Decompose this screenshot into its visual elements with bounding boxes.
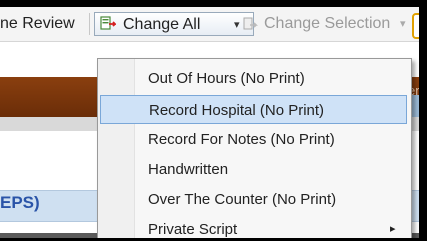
- app-window: ne Review Change All ▾ Change Selection …: [0, 7, 419, 238]
- change-selection-icon: [243, 17, 258, 30]
- menu-item-label: Record Hospital (No Print): [149, 102, 325, 119]
- menu-item-out-of-hours[interactable]: Out Of Hours (No Print): [100, 64, 407, 93]
- toolbar-right-button[interactable]: [412, 13, 419, 39]
- change-selection-label: Change Selection: [264, 15, 391, 32]
- menu-item-label: Handwritten: [148, 161, 229, 178]
- chevron-down-icon[interactable]: ▾: [234, 13, 240, 37]
- menu-item-private-script[interactable]: Private Script ▸: [100, 215, 407, 238]
- menu-item-label: Out Of Hours (No Print): [148, 70, 305, 87]
- review-button[interactable]: ne Review: [0, 12, 75, 36]
- menu-item-label: Private Script: [148, 221, 238, 238]
- section-header-label: EPS): [0, 193, 40, 212]
- change-all-label: Change All: [123, 16, 201, 33]
- menu-item-handwritten[interactable]: Handwritten: [100, 155, 407, 184]
- menu-item-label: Record For Notes (No Print): [148, 131, 335, 148]
- menu-item-record-for-notes[interactable]: Record For Notes (No Print): [100, 125, 407, 154]
- change-all-button[interactable]: Change All ▾: [94, 12, 254, 36]
- menu-item-record-hospital[interactable]: Record Hospital (No Print): [100, 95, 407, 124]
- menu-item-over-the-counter[interactable]: Over The Counter (No Print): [100, 185, 407, 214]
- chevron-down-icon[interactable]: ▾: [400, 12, 406, 36]
- menu-item-label: Over The Counter (No Print): [148, 191, 337, 208]
- change-prescription-icon: [100, 16, 116, 30]
- toolbar: ne Review Change All ▾ Change Selection …: [0, 7, 419, 42]
- toolbar-separator: [89, 13, 90, 35]
- change-all-menu: Out Of Hours (No Print) Record Hospital …: [97, 58, 412, 238]
- submenu-arrow-icon: ▸: [390, 223, 396, 235]
